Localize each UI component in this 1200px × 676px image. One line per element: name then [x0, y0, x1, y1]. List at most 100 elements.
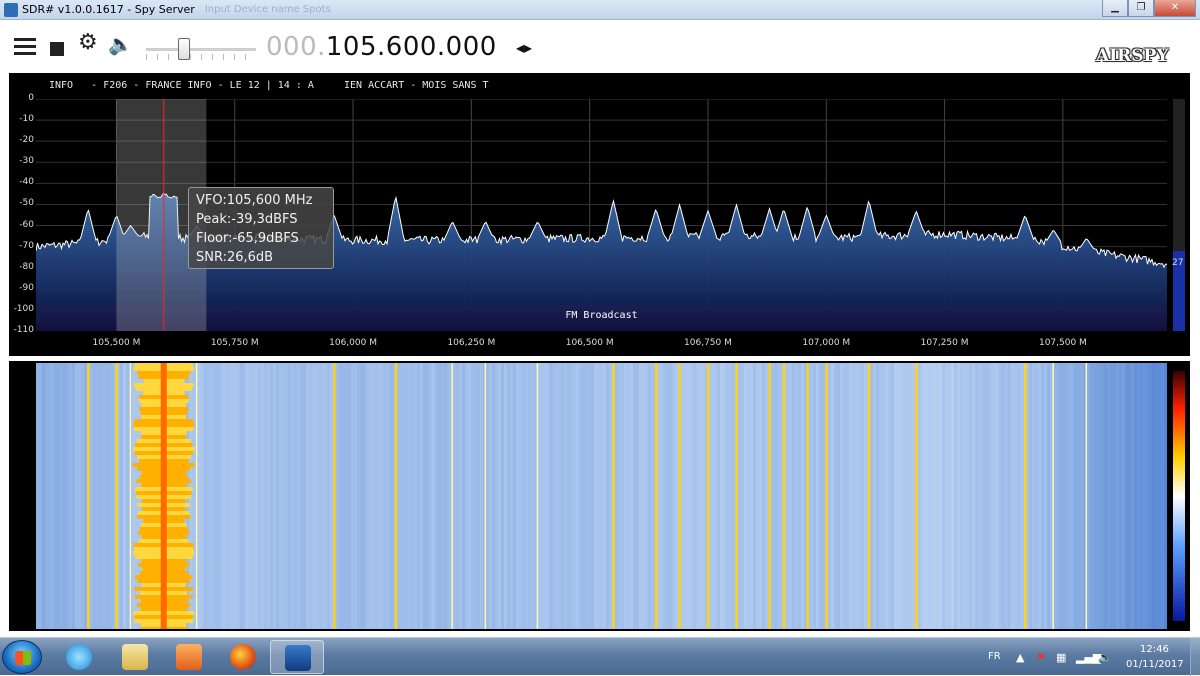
y-tick-label: -50 — [19, 198, 34, 209]
waterfall-carrier-line — [806, 363, 809, 629]
waterfall-column — [456, 363, 459, 629]
x-tick-label: 105,500 M — [92, 338, 141, 348]
waterfall-column — [45, 363, 48, 629]
waterfall-column — [228, 363, 231, 629]
waterfall-column — [618, 363, 621, 629]
waterfall-column — [1047, 363, 1050, 629]
waterfall-column — [282, 363, 285, 629]
volume-slider-thumb[interactable] — [178, 38, 190, 60]
waterfall-column — [693, 363, 696, 629]
clock-time[interactable]: 12:46 — [1140, 644, 1169, 655]
waterfall-column — [522, 363, 525, 629]
waterfall-column — [918, 363, 921, 629]
waterfall-column — [540, 363, 543, 629]
volume-slider-track[interactable] — [146, 48, 256, 51]
network-icon[interactable]: ▦ — [1056, 651, 1066, 664]
frequency-step-arrows-icon[interactable]: ◂▸ — [516, 38, 532, 57]
clock-date[interactable]: 01/11/2017 — [1126, 659, 1184, 670]
waterfall-column — [270, 363, 273, 629]
waterfall-column — [465, 363, 468, 629]
waterfall-column — [321, 363, 324, 629]
waterfall-column — [426, 363, 429, 629]
waterfall-column — [645, 363, 648, 629]
maximize-button[interactable]: ❐ — [1128, 0, 1154, 17]
y-tick-label: 0 — [28, 93, 34, 103]
waterfall-column — [453, 363, 456, 629]
waterfall-column — [279, 363, 282, 629]
waterfall-column — [501, 363, 504, 629]
waterfall-column — [327, 363, 330, 629]
taskbar-firefox[interactable] — [216, 640, 270, 674]
language-indicator[interactable]: FR — [988, 651, 1001, 662]
waterfall-panel[interactable] — [9, 361, 1190, 631]
waterfall-column — [1149, 363, 1152, 629]
speaker-tray-icon[interactable]: 🔈 — [1098, 651, 1112, 664]
waterfall-image[interactable] — [36, 363, 1167, 629]
waterfall-column — [555, 363, 558, 629]
waterfall-column — [387, 363, 390, 629]
vfo-tooltip: VFO:105,600 MHz Peak:-39,3dBFS Floor:-65… — [188, 187, 334, 269]
window-ghost-text: Input Device name Spots — [204, 4, 331, 15]
stop-icon[interactable] — [50, 42, 64, 56]
waterfall-column — [1119, 363, 1122, 629]
waterfall-column — [924, 363, 927, 629]
taskbar-ie[interactable] — [52, 640, 106, 674]
show-hidden-icons-icon[interactable]: ▲ — [1016, 651, 1024, 664]
show-desktop-button[interactable] — [1190, 638, 1200, 676]
waterfall-column — [402, 363, 405, 629]
waterfall-column — [792, 363, 795, 629]
action-center-icon[interactable]: ⚑ — [1036, 651, 1046, 664]
waterfall-column — [234, 363, 237, 629]
waterfall-carrier-line — [1024, 363, 1027, 629]
waterfall-column — [72, 363, 75, 629]
waterfall-column — [120, 363, 123, 629]
waterfall-column — [1074, 363, 1077, 629]
frequency-leading-zeros: 000. — [266, 32, 326, 62]
start-button[interactable] — [2, 640, 42, 674]
waterfall-column — [111, 363, 114, 629]
waterfall-column — [978, 363, 981, 629]
waterfall-column — [1077, 363, 1080, 629]
waterfall-column — [852, 363, 855, 629]
waterfall-column — [684, 363, 687, 629]
waterfall-column — [819, 363, 822, 629]
speaker-volume-icon[interactable]: 🔈 — [108, 34, 133, 54]
waterfall-column — [459, 363, 462, 629]
y-tick-label: -30 — [19, 156, 34, 167]
frequency-display[interactable]: 000.105.600.000 — [266, 32, 497, 62]
waterfall-column — [78, 363, 81, 629]
waterfall-carrier-line — [678, 363, 682, 629]
waterfall-column — [1161, 363, 1164, 629]
waterfall-column — [69, 363, 72, 629]
waterfall-column — [276, 363, 279, 629]
waterfall-column — [846, 363, 849, 629]
taskbar-sdrsharp[interactable] — [270, 640, 324, 674]
waterfall-column — [471, 363, 474, 629]
x-tick-label: 106,750 M — [684, 338, 732, 348]
waterfall-column — [723, 363, 726, 629]
taskbar-explorer[interactable] — [108, 640, 162, 674]
gear-icon[interactable]: ⚙ — [78, 32, 98, 54]
waterfall-column — [1035, 363, 1038, 629]
waterfall-column — [492, 363, 495, 629]
toolbar: ⚙ 🔈 000.105.600.000 ◂▸ AIRSPY — [0, 20, 1200, 72]
waterfall-column — [894, 363, 897, 629]
taskbar-media-player[interactable] — [162, 640, 216, 674]
waterfall-column — [1038, 363, 1041, 629]
waterfall-column — [438, 363, 441, 629]
waterfall-column — [720, 363, 723, 629]
waterfall-column — [489, 363, 492, 629]
spectrum-panel[interactable]: INFO - F206 - FRANCE INFO - LE 12 | 14 :… — [9, 73, 1190, 356]
waterfall-column — [1008, 363, 1011, 629]
waterfall-column — [291, 363, 294, 629]
x-tick-label: 106,500 M — [565, 338, 614, 348]
waterfall-column — [273, 363, 276, 629]
hamburger-menu-icon[interactable] — [14, 38, 36, 56]
waterfall-column — [216, 363, 219, 629]
waterfall-column — [666, 363, 669, 629]
waterfall-column — [663, 363, 666, 629]
waterfall-column — [642, 363, 645, 629]
minimize-button[interactable]: ▁ — [1102, 0, 1128, 17]
waterfall-column — [336, 363, 339, 629]
close-button[interactable]: ✕ — [1154, 0, 1196, 17]
